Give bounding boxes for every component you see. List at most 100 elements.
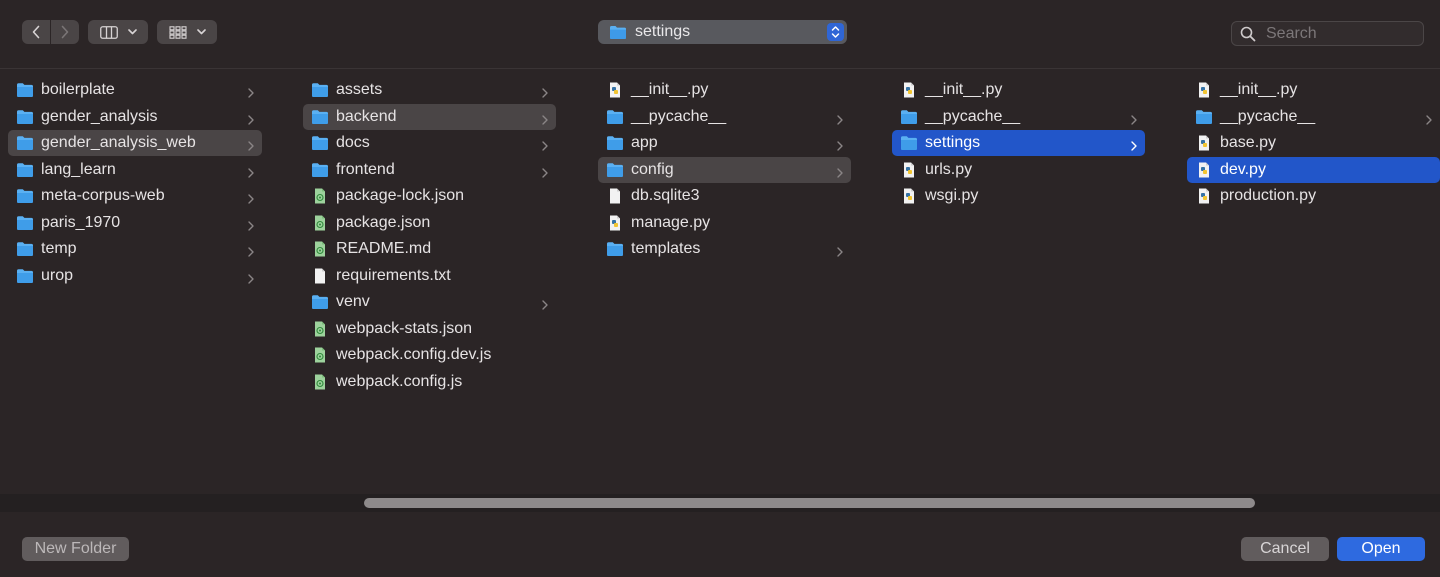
item-name: lang_learn [41, 160, 116, 178]
folder-item[interactable]: meta-corpus-web [8, 183, 262, 209]
folder-icon [16, 82, 34, 98]
folder-item[interactable]: assets [303, 77, 556, 103]
item-name: __init__.py [1220, 81, 1298, 98]
item-name: templates [631, 240, 701, 257]
toolbar: settings [0, 0, 1440, 64]
folder-item[interactable]: app [598, 130, 851, 156]
up-down-chevron-icon [827, 23, 844, 41]
file-item[interactable]: README.md [303, 236, 556, 262]
file-item[interactable]: __init__.py [892, 77, 1145, 103]
chevron-right-icon [837, 165, 843, 178]
chevron-right-icon [837, 112, 843, 125]
folder-item[interactable]: temp [8, 236, 262, 262]
item-name: requirements.txt [336, 266, 451, 284]
python-file-icon [1195, 135, 1213, 151]
folder-icon [16, 241, 34, 257]
cancel-button[interactable]: Cancel [1241, 537, 1329, 561]
file-item[interactable]: __init__.py [598, 77, 851, 103]
file-item[interactable]: webpack-stats.json [303, 316, 556, 342]
new-folder-button[interactable]: New Folder [22, 537, 129, 561]
folder-icon [311, 109, 329, 125]
folder-item[interactable]: config [598, 156, 851, 183]
item-name: venv [336, 293, 370, 310]
file-item[interactable]: dev.py [1187, 156, 1440, 183]
folder-item[interactable]: __pycache__ [598, 104, 851, 130]
chevron-right-icon [542, 138, 548, 151]
folder-icon [311, 82, 329, 98]
file-item[interactable]: __init__.py [1187, 77, 1440, 103]
chevron-right-icon [248, 244, 254, 257]
folder-item[interactable]: urop [8, 263, 262, 289]
chevron-right-icon [837, 244, 843, 257]
file-item[interactable]: production.py [1187, 183, 1440, 209]
column-1: boilerplate gender_analysis gender_analysi… [8, 77, 262, 487]
folder-icon [311, 162, 329, 178]
item-name: settings [925, 134, 981, 151]
column-browser: boilerplate gender_analysis gender_analysi… [0, 69, 1440, 494]
file-item[interactable]: requirements.txt [303, 263, 556, 289]
open-button[interactable]: Open [1337, 537, 1425, 561]
folder-item[interactable]: backend [303, 103, 556, 130]
python-file-icon [1195, 82, 1213, 98]
item-name: webpack.config.js [336, 372, 463, 390]
chevron-right-icon [837, 138, 843, 151]
folder-item[interactable]: __pycache__ [1187, 104, 1440, 130]
folder-item[interactable]: lang_learn [8, 157, 262, 183]
folder-item[interactable]: settings [892, 130, 1145, 156]
item-name: wsgi.py [925, 187, 979, 204]
file-item[interactable]: package-lock.json [303, 183, 556, 209]
horizontal-scrollbar-thumb[interactable] [364, 498, 1255, 508]
folder-item[interactable]: frontend [303, 157, 556, 183]
path-popup-button[interactable]: settings [598, 20, 847, 44]
folder-item[interactable]: gender_analysis_web [8, 130, 262, 156]
folder-item[interactable]: gender_analysis [8, 104, 262, 130]
forward-button[interactable] [50, 20, 79, 44]
group-by-button[interactable] [157, 20, 217, 44]
back-button[interactable] [22, 20, 50, 44]
file-item[interactable]: webpack.config.js [303, 369, 556, 395]
columns-view-icon [99, 25, 118, 39]
file-item[interactable]: webpack.config.dev.js [303, 342, 556, 368]
file-item[interactable]: db.sqlite3 [598, 183, 851, 209]
chevron-right-icon [248, 138, 254, 151]
folder-icon [311, 135, 329, 151]
folder-item[interactable]: docs [303, 130, 556, 156]
python-file-icon [900, 188, 918, 204]
chevron-right-icon [248, 271, 254, 284]
search-input[interactable] [1264, 23, 1418, 44]
folder-icon [311, 294, 329, 310]
chevron-right-icon [248, 218, 254, 231]
file-item[interactable]: manage.py [598, 210, 851, 236]
js-file-icon [311, 241, 329, 257]
search-field[interactable] [1231, 21, 1424, 46]
folder-icon [16, 162, 34, 178]
item-name: meta-corpus-web [41, 187, 165, 204]
view-mode-columns-button[interactable] [88, 20, 148, 44]
folder-item[interactable]: boilerplate [8, 77, 262, 103]
folder-item[interactable]: __pycache__ [892, 104, 1145, 130]
folder-item[interactable]: templates [598, 236, 851, 262]
item-name: temp [41, 240, 77, 257]
chevron-right-icon [248, 112, 254, 125]
document-icon [606, 188, 624, 204]
chevron-down-icon [127, 29, 137, 35]
folder-icon [1195, 109, 1213, 125]
file-item[interactable]: base.py [1187, 130, 1440, 156]
python-file-icon [606, 82, 624, 98]
item-name: gender_analysis [41, 107, 158, 125]
chevron-right-icon [248, 85, 254, 98]
python-file-icon [900, 162, 918, 178]
item-name: config [631, 160, 674, 178]
search-icon [1240, 26, 1256, 41]
item-name: manage.py [631, 213, 711, 231]
folder-item[interactable]: venv [303, 289, 556, 315]
file-item[interactable]: urls.py [892, 157, 1145, 183]
chevron-right-icon [542, 85, 548, 98]
file-item[interactable]: package.json [303, 210, 556, 236]
item-name: __pycache__ [925, 107, 1021, 125]
item-name: webpack.config.dev.js [336, 346, 492, 363]
item-name: __pycache__ [631, 107, 727, 125]
file-item[interactable]: wsgi.py [892, 183, 1145, 209]
folder-item[interactable]: paris_1970 [8, 210, 262, 236]
column-5: __init__.py __pycache__ base.py dev.py produ… [1187, 77, 1440, 487]
